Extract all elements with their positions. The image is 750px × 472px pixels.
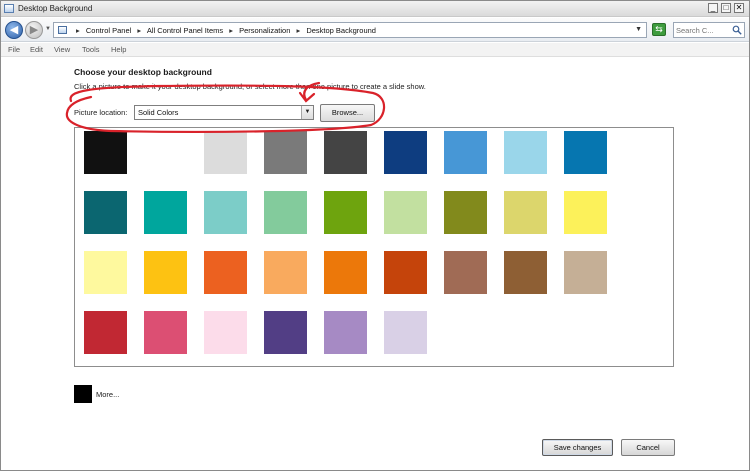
- menu-view[interactable]: View: [54, 45, 70, 54]
- breadcrumb-item-control-panel[interactable]: Control Panel: [86, 26, 131, 35]
- color-swatch[interactable]: [504, 131, 547, 174]
- save-changes-button[interactable]: Save changes: [542, 439, 613, 456]
- breadcrumb-item-all-items[interactable]: All Control Panel Items: [147, 26, 223, 35]
- close-button[interactable]: ✕: [734, 3, 744, 13]
- color-swatch[interactable]: [204, 191, 247, 234]
- more-colors-link[interactable]: More...: [96, 390, 119, 399]
- color-swatch[interactable]: [144, 131, 187, 174]
- menu-help[interactable]: Help: [111, 45, 126, 54]
- more-colors-swatch[interactable]: [74, 385, 92, 403]
- color-swatch[interactable]: [264, 131, 307, 174]
- color-swatch[interactable]: [444, 251, 487, 294]
- breadcrumb-separator[interactable]: ▸: [296, 26, 300, 35]
- color-swatch[interactable]: [204, 251, 247, 294]
- color-swatch[interactable]: [444, 131, 487, 174]
- window-title: Desktop Background: [18, 4, 93, 13]
- color-swatch[interactable]: [384, 191, 427, 234]
- color-swatch[interactable]: [324, 251, 367, 294]
- color-swatch[interactable]: [144, 251, 187, 294]
- breadcrumb-item-personalization[interactable]: Personalization: [239, 26, 290, 35]
- search-icon[interactable]: [732, 25, 742, 35]
- forward-arrow-icon[interactable]: ▶: [25, 21, 43, 39]
- page-instructions: Click a picture to make it your desktop …: [74, 82, 426, 91]
- window-icon: [4, 4, 14, 13]
- color-swatch[interactable]: [564, 131, 607, 174]
- control-panel-icon: [58, 26, 67, 34]
- color-swatch[interactable]: [384, 251, 427, 294]
- solid-colors-gallery: [74, 127, 674, 367]
- color-swatch[interactable]: [324, 131, 367, 174]
- color-swatch[interactable]: [84, 191, 127, 234]
- color-swatch[interactable]: [264, 191, 307, 234]
- maximize-button[interactable]: □: [721, 3, 731, 13]
- color-swatch[interactable]: [504, 251, 547, 294]
- desktop-background-window: Desktop Background _ □ ✕ ◀ ▶ ▼ ▸ Control…: [0, 0, 750, 471]
- menu-file[interactable]: File: [8, 45, 20, 54]
- color-swatch[interactable]: [504, 191, 547, 234]
- menu-tools[interactable]: Tools: [82, 45, 100, 54]
- color-swatch[interactable]: [384, 131, 427, 174]
- color-swatch[interactable]: [204, 311, 247, 354]
- color-swatch[interactable]: [84, 251, 127, 294]
- color-swatch[interactable]: [324, 311, 367, 354]
- title-bar: Desktop Background _ □ ✕: [1, 1, 749, 17]
- color-swatch[interactable]: [144, 311, 187, 354]
- chevron-down-icon[interactable]: ▼: [301, 106, 313, 119]
- menu-bar: File Edit View Tools Help: [1, 43, 749, 57]
- color-swatch[interactable]: [84, 311, 127, 354]
- picture-location-label: Picture location:: [74, 108, 128, 117]
- cancel-button[interactable]: Cancel: [621, 439, 675, 456]
- color-swatch[interactable]: [264, 311, 307, 354]
- refresh-icon[interactable]: ⇆: [652, 23, 666, 36]
- search-input[interactable]: [676, 25, 732, 35]
- breadcrumb-item-desktop-background[interactable]: Desktop Background: [306, 26, 376, 35]
- address-bar: ◀ ▶ ▼ ▸ Control Panel ▸ All Control Pane…: [1, 18, 749, 42]
- picture-location-select[interactable]: Solid Colors ▼: [134, 105, 314, 120]
- search-field[interactable]: [673, 22, 745, 38]
- color-swatch[interactable]: [444, 191, 487, 234]
- page-title: Choose your desktop background: [74, 67, 212, 77]
- picture-location-value: Solid Colors: [138, 108, 179, 117]
- recent-pages-dropdown[interactable]: ▼: [45, 26, 51, 32]
- back-arrow-icon[interactable]: ◀: [5, 21, 23, 39]
- menu-edit[interactable]: Edit: [30, 45, 43, 54]
- browse-button[interactable]: Browse...: [320, 104, 375, 122]
- breadcrumb: ▸ Control Panel ▸ All Control Panel Item…: [72, 26, 376, 35]
- address-field[interactable]: ▸ Control Panel ▸ All Control Panel Item…: [53, 22, 647, 38]
- color-swatch[interactable]: [264, 251, 307, 294]
- color-swatch[interactable]: [84, 131, 127, 174]
- color-swatch[interactable]: [324, 191, 367, 234]
- color-swatch[interactable]: [384, 311, 427, 354]
- color-swatch[interactable]: [564, 191, 607, 234]
- breadcrumb-separator[interactable]: ▸: [137, 26, 141, 35]
- breadcrumb-separator[interactable]: ▸: [229, 26, 233, 35]
- color-swatch[interactable]: [564, 251, 607, 294]
- minimize-button[interactable]: _: [708, 3, 718, 13]
- color-swatch[interactable]: [144, 191, 187, 234]
- address-history-dropdown[interactable]: ▼: [635, 26, 642, 33]
- breadcrumb-separator: ▸: [76, 26, 80, 35]
- color-swatch[interactable]: [204, 131, 247, 174]
